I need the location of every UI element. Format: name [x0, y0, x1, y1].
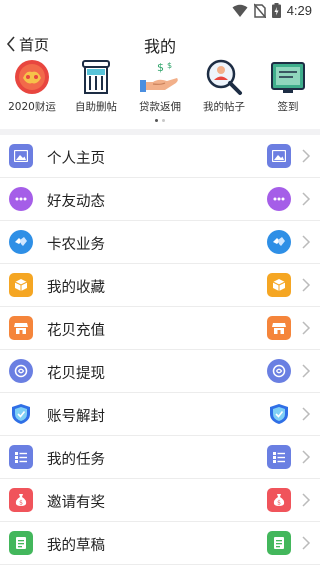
battery-charging-icon [271, 3, 281, 18]
fortune-icon [11, 58, 53, 96]
box-icon [9, 273, 33, 297]
carousel-pager [0, 119, 320, 122]
menu-item-label: 我的收藏 [47, 280, 105, 296]
draft-icon [267, 531, 291, 555]
box-icon [267, 273, 291, 297]
person-search-icon [203, 58, 245, 96]
svg-text:$: $ [157, 61, 164, 74]
chevron-right-icon [302, 192, 311, 206]
shortcut-checkin[interactable]: 签到 [256, 58, 320, 118]
chevron-right-icon [302, 278, 311, 292]
menu-list: 个人主页 好友动态 卡农业务 我的收藏 花贝充值 花贝提现 账号解封 我的任务 … [0, 135, 320, 565]
task-list-icon [9, 445, 33, 469]
shield-icon [267, 402, 291, 426]
trash-bin-icon [75, 58, 117, 96]
status-bar: 4:29 [0, 0, 320, 24]
menu-item-label: 邀请有奖 [47, 495, 105, 511]
coin-icon [9, 359, 33, 383]
money-hand-icon: $ $ [139, 58, 181, 96]
menu-item-my-favorites[interactable]: 我的收藏 [0, 264, 320, 307]
task-list-icon [267, 445, 291, 469]
status-time: 4:29 [286, 3, 312, 18]
svg-text:$: $ [277, 500, 281, 507]
shortcut-label: 我的帖子 [203, 101, 245, 113]
menu-item-label: 我的任务 [47, 452, 105, 468]
coin-icon [267, 359, 291, 383]
status-icons: 4:29 [232, 3, 312, 18]
chevron-right-icon [302, 407, 311, 421]
chevron-right-icon [302, 450, 311, 464]
menu-item-kanong-business[interactable]: 卡农业务 [0, 221, 320, 264]
svg-text:$: $ [19, 500, 23, 507]
menu-item-label: 花贝提现 [47, 366, 105, 382]
menu-item-huabei-withdraw[interactable]: 花贝提现 [0, 350, 320, 393]
menu-item-personal-homepage[interactable]: 个人主页 [0, 135, 320, 178]
image-icon [9, 144, 33, 168]
chevron-right-icon [302, 536, 311, 550]
shortcut-label: 贷款返佣 [139, 101, 181, 113]
chat-bubble-icon [9, 187, 33, 211]
shield-icon [9, 402, 33, 426]
menu-item-my-tasks[interactable]: 我的任务 [0, 436, 320, 479]
handshake-icon [9, 230, 33, 254]
shop-icon [9, 316, 33, 340]
menu-item-label: 账号解封 [47, 409, 105, 425]
shortcut-carousel[interactable]: 2020财运 自助删帖 $ $ 贷款返佣 我的帖子 签到 [0, 58, 320, 122]
shortcut-label: 2020财运 [8, 101, 56, 113]
gift-bag-icon: $ [267, 488, 291, 512]
shortcut-label: 签到 [277, 101, 299, 113]
chevron-right-icon [302, 321, 311, 335]
shortcut-loan-rebate[interactable]: $ $ 贷款返佣 [128, 58, 192, 118]
menu-item-label: 好友动态 [47, 194, 105, 210]
menu-item-label: 我的草稿 [47, 538, 105, 554]
menu-item-label: 花贝充值 [47, 323, 105, 339]
draft-icon [9, 531, 33, 555]
svg-text:$: $ [167, 61, 172, 70]
menu-item-invite-reward[interactable]: $ 邀请有奖 $ [0, 479, 320, 522]
handshake-icon [267, 230, 291, 254]
menu-item-huabei-recharge[interactable]: 花贝充值 [0, 307, 320, 350]
shortcut-label: 自助删帖 [75, 101, 117, 113]
menu-item-account-unban[interactable]: 账号解封 [0, 393, 320, 436]
shortcut-delete-post[interactable]: 自助删帖 [64, 58, 128, 118]
no-sim-icon [253, 3, 266, 18]
menu-item-label: 卡农业务 [47, 237, 105, 253]
menu-item-label: 个人主页 [47, 151, 105, 167]
chevron-right-icon [302, 364, 311, 378]
wifi-icon [232, 4, 248, 17]
menu-item-my-drafts[interactable]: 我的草稿 [0, 522, 320, 565]
chevron-right-icon [302, 493, 311, 507]
gift-bag-icon: $ [9, 488, 33, 512]
chevron-right-icon [302, 149, 311, 163]
chat-bubble-icon [267, 187, 291, 211]
shortcut-my-posts[interactable]: 我的帖子 [192, 58, 256, 118]
menu-item-friend-feed[interactable]: 好友动态 [0, 178, 320, 221]
shortcut-fortune[interactable]: 2020财运 [0, 58, 64, 118]
checkin-board-icon [267, 58, 309, 96]
image-icon [267, 144, 291, 168]
pager-dot [162, 119, 165, 122]
page-title: 我的 [143, 37, 176, 56]
chevron-right-icon [302, 235, 311, 249]
pager-dot-active [155, 119, 158, 122]
shop-icon [267, 316, 291, 340]
